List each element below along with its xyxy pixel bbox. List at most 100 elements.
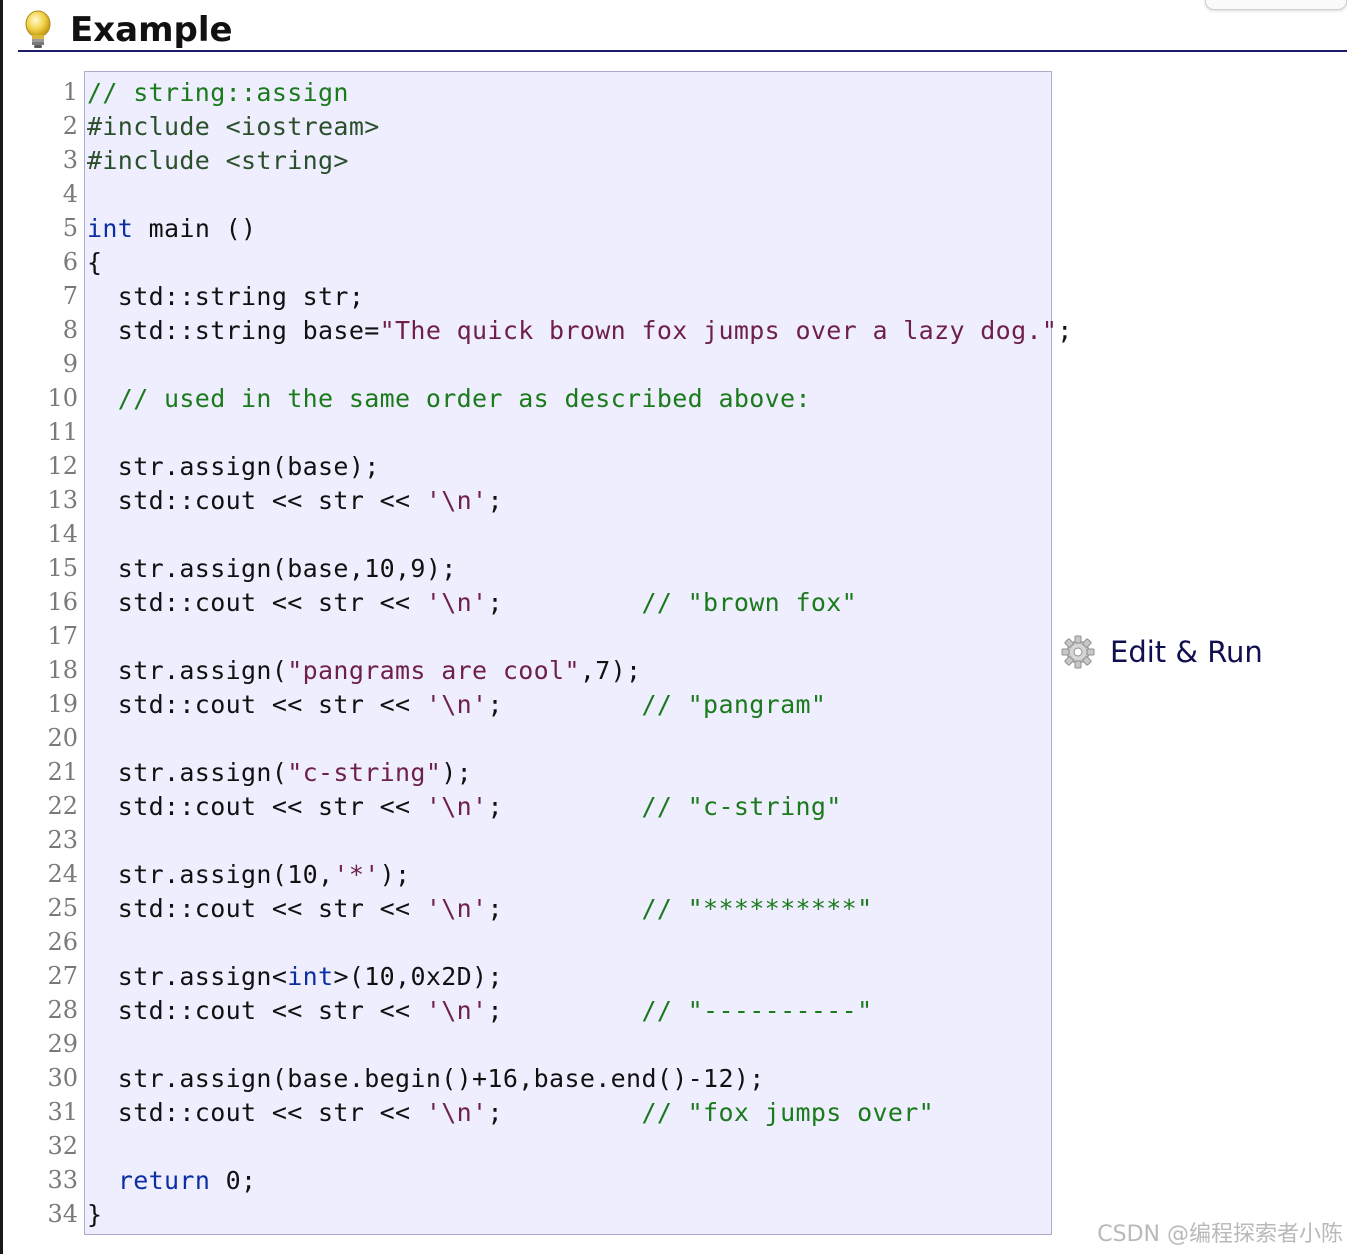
- line-number: 21: [47, 758, 78, 786]
- page-title: Example: [70, 10, 233, 50]
- code-token: str.assign<: [87, 962, 288, 991]
- code-comment: // used in the same order as described a…: [87, 384, 811, 413]
- code-comment: // "fox jumps over": [641, 1098, 935, 1127]
- code-string: '\n': [425, 486, 488, 515]
- line-number: 33: [47, 1166, 78, 1194]
- code-string: '*': [333, 860, 380, 889]
- code-line: str.assign(base);: [87, 450, 1073, 484]
- code-line: return 0;: [87, 1164, 1073, 1198]
- code-line: ​: [87, 824, 1073, 858]
- code-line: std::string base="The quick brown fox ju…: [87, 314, 1073, 348]
- line-number: 1: [62, 78, 78, 106]
- code-keyword: int: [287, 962, 334, 991]
- code-line: ​: [87, 620, 1073, 654]
- code-token: ;: [487, 486, 503, 515]
- code-string: '\n': [425, 690, 488, 719]
- code-token: std::string str;: [87, 282, 365, 311]
- code-string: '\n': [425, 996, 488, 1025]
- code-line: {: [87, 246, 1073, 280]
- line-number: 4: [62, 180, 78, 208]
- example-header: Example: [18, 6, 1347, 52]
- code-string: "c-string": [287, 758, 442, 787]
- code-comment: // "**********": [641, 894, 873, 923]
- code-token: std::cout << str <<: [87, 588, 426, 617]
- code-token: {: [87, 248, 103, 277]
- code-token: std::string base=: [87, 316, 380, 345]
- edit-run-label: Edit & Run: [1110, 635, 1263, 669]
- code-line: str.assign("pangrams are cool",7);: [87, 654, 1073, 688]
- gear-icon: [1061, 635, 1095, 669]
- code-keyword: return: [117, 1166, 211, 1195]
- code-line: ​: [87, 722, 1073, 756]
- code-token: str.assign(10,: [87, 860, 334, 889]
- code-token: ;: [487, 588, 642, 617]
- code-line: ​: [87, 518, 1073, 552]
- code-token: str.assign(base,10,9);: [87, 554, 457, 583]
- code-token: ;: [487, 792, 642, 821]
- code-line: #include <iostream>: [87, 110, 1073, 144]
- line-number: 22: [47, 792, 78, 820]
- code-token: }: [87, 1200, 103, 1229]
- line-number: 31: [47, 1098, 78, 1126]
- line-number: 28: [47, 996, 78, 1024]
- edit-run-button[interactable]: Edit & Run: [1060, 632, 1263, 672]
- line-number: 27: [47, 962, 78, 990]
- code-line: // string::assign: [87, 76, 1073, 110]
- code-token: );: [379, 860, 411, 889]
- line-number: 24: [47, 860, 78, 888]
- code-line: std::cout << str << '\n'; // "**********…: [87, 892, 1073, 926]
- code-line: std::cout << str << '\n';: [87, 484, 1073, 518]
- code-lines: // string::assign #include <iostream> #inc…: [87, 76, 1073, 1232]
- code-token: std::cout << str <<: [87, 996, 426, 1025]
- code-token: ;: [487, 1098, 642, 1127]
- code-line: std::string str;: [87, 280, 1073, 314]
- code-comment: // "brown fox": [641, 588, 858, 617]
- code-token: );: [441, 758, 473, 787]
- line-number: 30: [47, 1064, 78, 1092]
- code-example: 1 2 3 4 5 6 7 8 9 10 11 12 13 14 15 16 17 18 19 20 21 22 23 24 2…: [30, 71, 1072, 1235]
- line-number: 17: [47, 622, 78, 650]
- line-number: 13: [47, 486, 78, 514]
- line-number: 6: [62, 248, 78, 276]
- line-number-gutter: 1 2 3 4 5 6 7 8 9 10 11 12 13 14 15 16 17 18 19 20 21 22 23 24 2…: [30, 75, 78, 1231]
- code-token: std::cout << str <<: [87, 1098, 426, 1127]
- code-token: ,7);: [579, 656, 642, 685]
- code-token: ;: [487, 894, 642, 923]
- line-number: 2: [62, 112, 78, 140]
- code-line: ​: [87, 926, 1073, 960]
- code-token: std::cout << str <<: [87, 792, 426, 821]
- code-string: "pangrams are cool": [287, 656, 580, 685]
- line-number: 10: [47, 384, 78, 412]
- code-line: ​: [87, 348, 1073, 382]
- line-number: 19: [47, 690, 78, 718]
- code-line: str.assign(base.begin()+16,base.end()-12…: [87, 1062, 1073, 1096]
- code-line: ​: [87, 1130, 1073, 1164]
- code-token: ;: [487, 996, 642, 1025]
- code-token: std::cout << str <<: [87, 690, 426, 719]
- line-number: 23: [47, 826, 78, 854]
- code-keyword: int: [87, 214, 134, 243]
- code-token: ;: [487, 690, 642, 719]
- line-number: 5: [62, 214, 78, 242]
- code-string: "The quick brown fox jumps over a lazy d…: [379, 316, 1058, 345]
- lightbulb-icon: [25, 10, 51, 48]
- code-string: '\n': [425, 1098, 488, 1127]
- code-line: ​: [87, 416, 1073, 450]
- code-line: }: [87, 1198, 1073, 1232]
- code-token: str.assign(base.begin()+16,base.end()-12…: [87, 1064, 765, 1093]
- code-token: 0;: [210, 1166, 257, 1195]
- line-number: 3: [62, 146, 78, 174]
- code-line: std::cout << str << '\n'; // "----------…: [87, 994, 1073, 1028]
- code-comment: // "c-string": [641, 792, 842, 821]
- code-line: std::cout << str << '\n'; // "c-string": [87, 790, 1073, 824]
- line-number: 32: [47, 1132, 78, 1160]
- code-token: str.assign(: [87, 656, 288, 685]
- code-line: ​: [87, 1028, 1073, 1062]
- line-number: 16: [47, 588, 78, 616]
- line-number: 18: [47, 656, 78, 684]
- code-line: str.assign<int>(10,0x2D);: [87, 960, 1073, 994]
- code-block: // string::assign #include <iostream> #inc…: [84, 71, 1072, 1235]
- line-number: 12: [47, 452, 78, 480]
- line-number: 8: [62, 316, 78, 344]
